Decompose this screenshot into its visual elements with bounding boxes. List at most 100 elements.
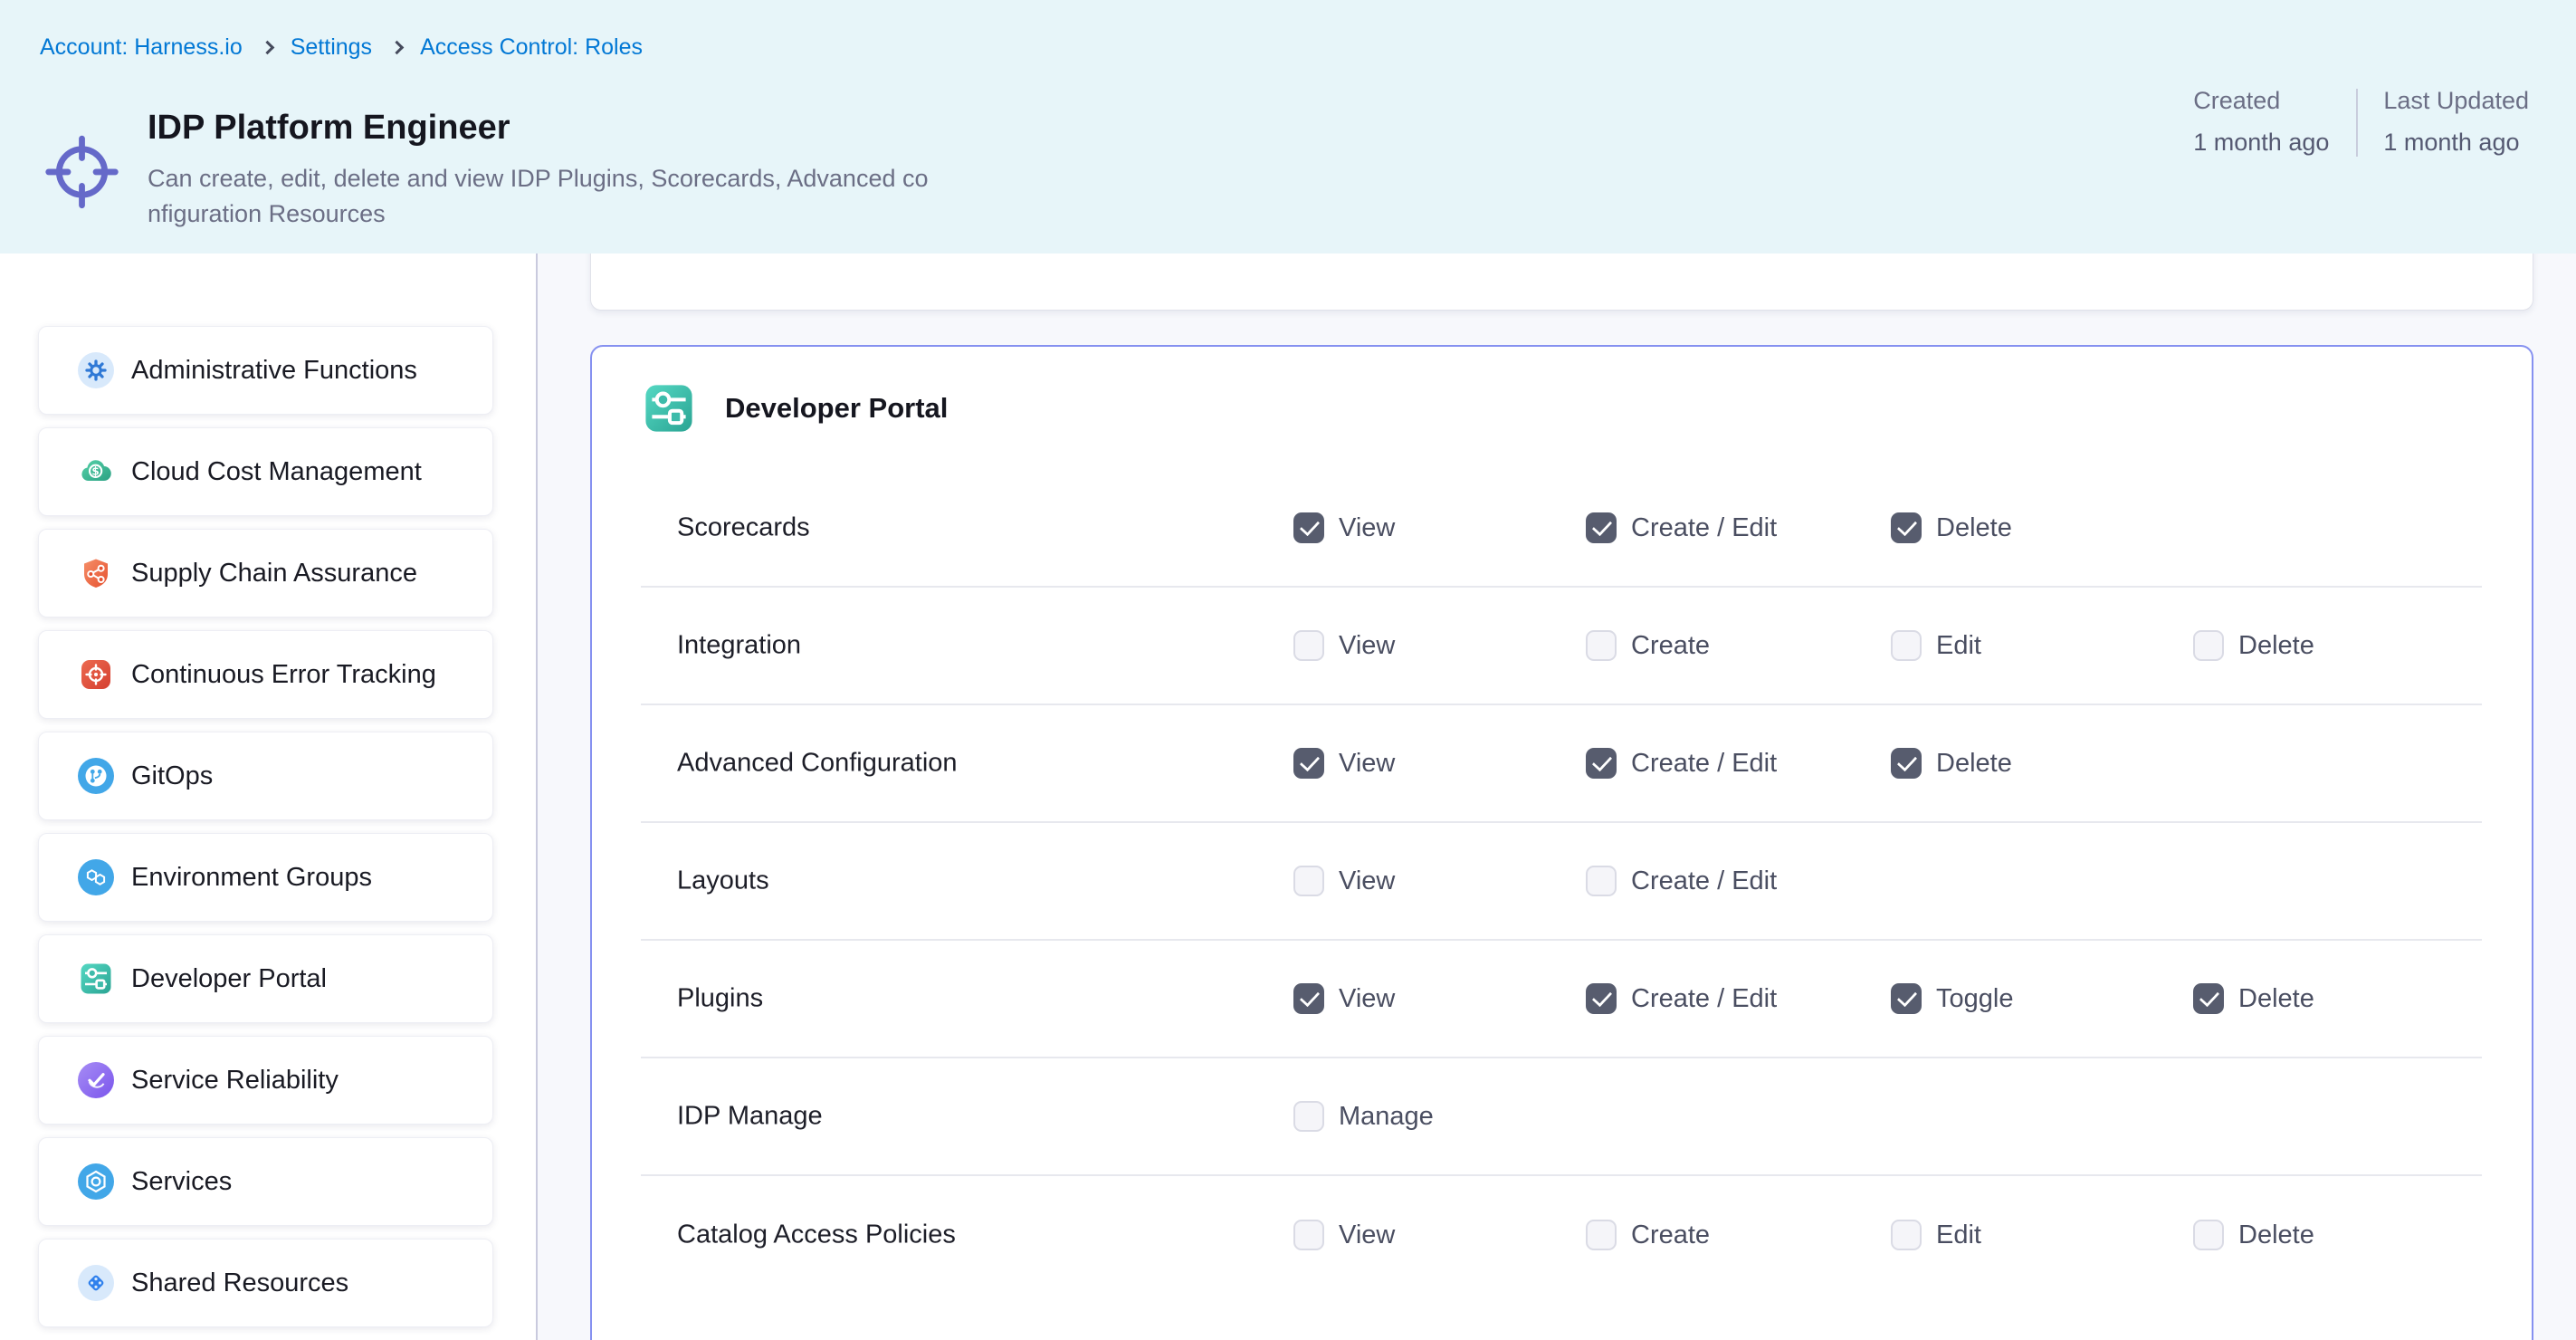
sidebar-item-environment-groups[interactable]: Environment Groups: [38, 833, 493, 922]
page-body: Administrative Functions $ Cloud Cost Ma…: [0, 254, 2576, 1340]
permissions-main: Developer Portal Scorecards View Create …: [538, 254, 2576, 1340]
resource-label: Catalog Access Policies: [677, 1220, 956, 1250]
sidebar-item-services[interactable]: Services: [38, 1137, 493, 1226]
last-updated-block: Last Updated 1 month ago: [2383, 87, 2529, 157]
sidebar-item-supply-chain-assurance[interactable]: Supply Chain Assurance: [38, 529, 493, 617]
breadcrumb-account-link[interactable]: Account: Harness.io: [40, 34, 243, 61]
developer-portal-permissions-card: Developer Portal Scorecards View Create …: [590, 345, 2533, 1340]
idp-manage-manage-checkbox[interactable]: [1293, 1101, 1324, 1132]
shield-share-icon: [78, 555, 114, 591]
permission-cell: Create: [1586, 630, 1710, 661]
permission-label: Create / Edit: [1631, 866, 1777, 896]
sidebar-item-label: Administrative Functions: [131, 356, 417, 386]
roles-detail-page: Account: Harness.io Settings Access Cont…: [0, 0, 2576, 1340]
plugins-view-checkbox[interactable]: [1293, 983, 1324, 1014]
permission-label: Create: [1631, 1220, 1710, 1250]
integration-view-checkbox[interactable]: [1293, 630, 1324, 661]
developer-portal-icon: [641, 380, 697, 436]
scorecards-view-checkbox[interactable]: [1293, 512, 1324, 543]
plugins-toggle-checkbox[interactable]: [1891, 983, 1922, 1014]
permission-label: Create / Edit: [1631, 749, 1777, 779]
permission-label: Delete: [1936, 749, 2012, 779]
integration-create-checkbox[interactable]: [1586, 630, 1617, 661]
permission-row-advanced-configuration: Advanced Configuration View Create / Edi…: [641, 705, 2482, 823]
permission-label: View: [1339, 513, 1395, 543]
permission-cell: Edit: [1891, 1220, 1981, 1250]
sidebar-item-continuous-error-tracking[interactable]: Continuous Error Tracking: [38, 630, 493, 719]
sidebar-item-developer-portal[interactable]: Developer Portal: [38, 934, 493, 1023]
scorecards-delete-checkbox[interactable]: [1891, 512, 1922, 543]
sidebar-item-shared-resources[interactable]: Shared Resources: [38, 1239, 493, 1327]
permission-cell: Delete: [2193, 1220, 2314, 1250]
sidebar-item-service-reliability[interactable]: Service Reliability: [38, 1036, 493, 1125]
role-description-line1: Can create, edit, delete and view IDP Pl…: [148, 161, 929, 196]
permission-cell: Create / Edit: [1586, 866, 1777, 896]
layouts-view-checkbox[interactable]: [1293, 866, 1324, 896]
permission-label: Toggle: [1936, 984, 2013, 1014]
modules-list: Administrative Functions $ Cloud Cost Ma…: [0, 326, 536, 1327]
permission-row-idp-manage: IDP Manage Manage: [641, 1058, 2482, 1176]
advanced-configuration-delete-checkbox[interactable]: [1891, 748, 1922, 779]
integration-delete-checkbox[interactable]: [2193, 630, 2224, 661]
module-title: Developer Portal: [725, 392, 948, 425]
permission-label: Create / Edit: [1631, 984, 1777, 1014]
permission-row-plugins: Plugins View Create / Edit Toggle Delete: [641, 941, 2482, 1058]
plugins-create-edit-checkbox[interactable]: [1586, 983, 1617, 1014]
sidebar-item-label: Cloud Cost Management: [131, 457, 422, 487]
chevron-right-icon: [260, 41, 274, 55]
permission-cell: Delete: [1891, 748, 2012, 779]
advanced-configuration-view-checkbox[interactable]: [1293, 748, 1324, 779]
error-target-icon: [78, 656, 114, 693]
service-hexagon-icon: [78, 1163, 114, 1200]
permission-label: View: [1339, 631, 1395, 661]
meta-divider: [2356, 89, 2358, 157]
catalog-access-policies-view-checkbox[interactable]: [1293, 1220, 1324, 1250]
resource-label: Integration: [677, 631, 801, 661]
permission-label: View: [1339, 749, 1395, 779]
role-description-line2: nfiguration Resources: [148, 196, 929, 232]
breadcrumb-settings-link[interactable]: Settings: [291, 34, 372, 61]
permission-cell: View: [1293, 630, 1395, 661]
permission-cell: View: [1293, 748, 1395, 779]
advanced-configuration-create-edit-checkbox[interactable]: [1586, 748, 1617, 779]
permission-label: View: [1339, 866, 1395, 896]
layouts-create-edit-checkbox[interactable]: [1586, 866, 1617, 896]
integration-edit-checkbox[interactable]: [1891, 630, 1922, 661]
catalog-access-policies-create-checkbox[interactable]: [1586, 1220, 1617, 1250]
role-description: Can create, edit, delete and view IDP Pl…: [148, 161, 929, 232]
permission-label: Delete: [2238, 1220, 2314, 1250]
svg-text:$: $: [91, 465, 99, 478]
sidebar-item-label: GitOps: [131, 761, 213, 791]
previous-module-card-partial: [590, 254, 2533, 311]
last-updated-value: 1 month ago: [2383, 129, 2529, 157]
sidebar-item-cloud-cost-management[interactable]: $ Cloud Cost Management: [38, 427, 493, 516]
shared-resources-icon: [78, 1265, 114, 1301]
permission-label: Manage: [1339, 1102, 1434, 1132]
sidebar-item-gitops[interactable]: GitOps: [38, 732, 493, 820]
plugins-delete-checkbox[interactable]: [2193, 983, 2224, 1014]
modules-sidebar: Administrative Functions $ Cloud Cost Ma…: [0, 254, 538, 1340]
git-branch-icon: [78, 758, 114, 794]
permission-cell: Create / Edit: [1586, 748, 1777, 779]
sidebar-item-label: Shared Resources: [131, 1268, 348, 1298]
permission-row-integration: Integration View Create Edit Delete: [641, 588, 2482, 705]
permission-row-scorecards: Scorecards View Create / Edit Delete: [641, 470, 2482, 588]
developer-portal-icon: [78, 961, 114, 997]
permission-cell: View: [1293, 866, 1395, 896]
sidebar-item-label: Environment Groups: [131, 863, 372, 893]
breadcrumb-roles-link[interactable]: Access Control: Roles: [420, 34, 643, 61]
catalog-access-policies-edit-checkbox[interactable]: [1891, 1220, 1922, 1250]
permission-cell: Toggle: [1891, 983, 2013, 1014]
permission-row-layouts: Layouts View Create / Edit: [641, 823, 2482, 941]
catalog-access-policies-delete-checkbox[interactable]: [2193, 1220, 2224, 1250]
permission-cell: Delete: [1891, 512, 2012, 543]
resource-label: Plugins: [677, 984, 763, 1014]
scorecards-create-edit-checkbox[interactable]: [1586, 512, 1617, 543]
sidebar-item-administrative-functions[interactable]: Administrative Functions: [38, 326, 493, 415]
permission-cell: View: [1293, 512, 1395, 543]
permission-cell: Manage: [1293, 1101, 1434, 1132]
permission-cell: Create / Edit: [1586, 512, 1777, 543]
permission-cell: Delete: [2193, 983, 2314, 1014]
created-block: Created 1 month ago: [2193, 87, 2329, 157]
page-header: Account: Harness.io Settings Access Cont…: [0, 0, 2576, 254]
